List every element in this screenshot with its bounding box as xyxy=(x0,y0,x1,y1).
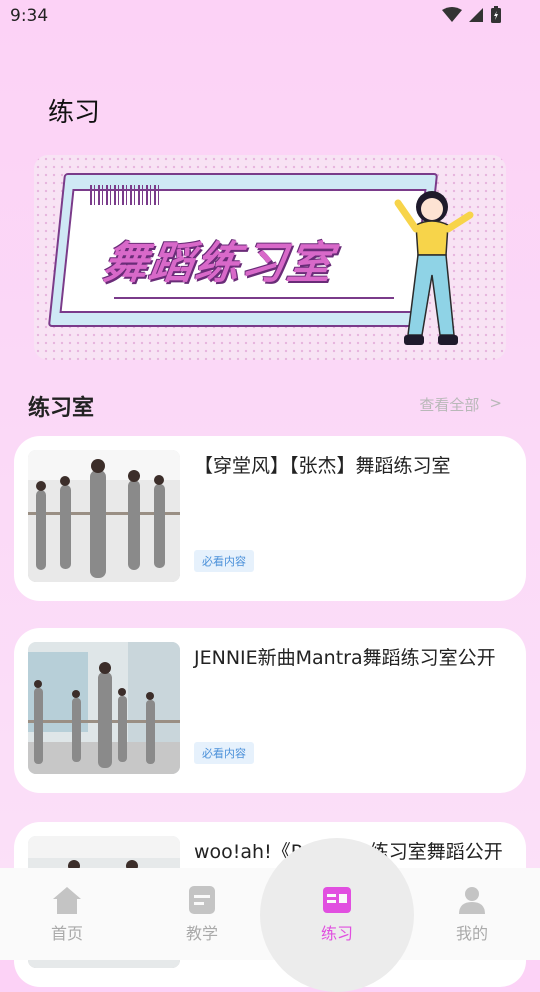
practice-icon xyxy=(323,887,351,913)
tab-label: 教学 xyxy=(185,924,218,943)
home-icon xyxy=(53,887,81,914)
dance-studio-photo xyxy=(28,642,180,774)
tab-practice[interactable]: 练习 xyxy=(287,884,387,944)
dance-studio-photo xyxy=(28,450,180,582)
banner-title: 舞蹈练习室 xyxy=(99,238,337,289)
section-header: 练习室 查看全部 > xyxy=(0,388,540,422)
tab-label: 练习 xyxy=(320,924,353,943)
card-title: 【穿堂风】【张杰】舞蹈练习室 xyxy=(194,455,451,477)
signal-icon xyxy=(469,8,483,22)
chevron-right-icon: > xyxy=(489,394,502,412)
barcode-graphic xyxy=(90,185,162,205)
card-thumbnail xyxy=(28,450,180,582)
view-all-link[interactable]: 查看全部 > xyxy=(419,394,502,415)
notebook-icon xyxy=(189,886,215,914)
dancer-illustration xyxy=(394,191,474,345)
view-all-label: 查看全部 xyxy=(419,396,480,414)
practice-card[interactable]: 【穿堂风】【张杰】舞蹈练习室 必看内容 xyxy=(14,436,526,601)
status-icons xyxy=(442,6,502,24)
practice-card[interactable]: JENNIE新曲Mantra舞蹈练习室公开 必看内容 xyxy=(14,628,526,793)
banner[interactable]: 舞蹈练习室 xyxy=(34,155,506,360)
user-icon xyxy=(459,887,485,914)
tab-teaching[interactable]: 教学 xyxy=(152,884,252,944)
status-bar: 9:34 xyxy=(0,0,540,34)
tab-label: 首页 xyxy=(50,924,83,943)
status-time: 9:34 xyxy=(10,6,49,26)
card-tag: 必看内容 xyxy=(194,742,254,764)
tab-home[interactable]: 首页 xyxy=(17,884,117,944)
card-title: JENNIE新曲Mantra舞蹈练习室公开 xyxy=(194,647,496,669)
card-thumbnail xyxy=(28,642,180,774)
tab-label: 我的 xyxy=(455,924,488,943)
section-title: 练习室 xyxy=(28,396,95,421)
banner-divider xyxy=(114,297,394,299)
tab-mine[interactable]: 我的 xyxy=(422,884,522,944)
page-title: 练习 xyxy=(48,98,101,128)
battery-icon xyxy=(491,6,501,23)
wifi-icon xyxy=(442,7,462,22)
card-tag: 必看内容 xyxy=(194,550,254,572)
